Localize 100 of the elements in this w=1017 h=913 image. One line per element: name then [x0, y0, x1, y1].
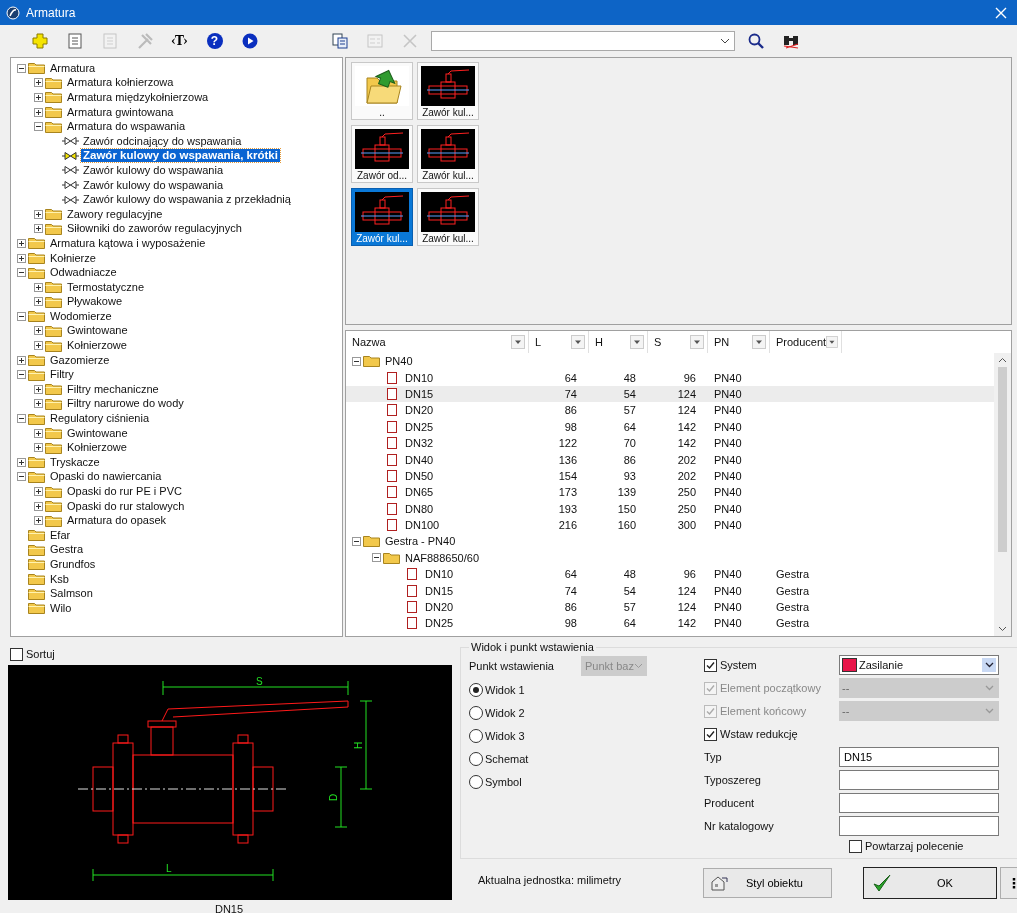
tree-item[interactable]: Zawór kulowy do wspawania z przekładnią — [81, 193, 293, 207]
expander-icon[interactable] — [34, 78, 43, 88]
table-row[interactable]: DN20 86 57 124 PN40 Gestra — [346, 598, 994, 616]
more-button[interactable]: ⋮ — [1000, 867, 1017, 899]
tree-item[interactable]: Ksb — [48, 572, 71, 586]
table-row[interactable]: DN32 122 70 142 PN40 — [346, 434, 994, 452]
expander-icon[interactable] — [34, 297, 43, 307]
dropdown[interactable]: Zasilanie — [839, 655, 999, 675]
expander-icon[interactable] — [352, 537, 361, 546]
tree-item[interactable]: Salmson — [48, 587, 95, 601]
tree-item[interactable]: Armatura międzykołnierzowa — [65, 91, 211, 104]
expander-icon[interactable] — [34, 501, 43, 511]
table-row[interactable]: DN25 98 64 142 PN40 — [346, 418, 994, 435]
tree-item[interactable]: Zawory regulacyjne — [65, 207, 165, 221]
expander-icon[interactable] — [34, 282, 43, 292]
tree-item[interactable]: Gwintowane — [65, 324, 130, 338]
radio-button[interactable] — [469, 729, 483, 743]
object-style-button[interactable]: Styl obiektu — [703, 868, 832, 898]
expander-icon[interactable] — [17, 268, 26, 278]
expander-icon[interactable] — [372, 553, 381, 563]
expander-icon[interactable] — [34, 399, 43, 409]
expander-icon[interactable] — [34, 516, 43, 526]
expander-icon[interactable] — [34, 93, 43, 102]
help-button[interactable]: ? — [197, 29, 232, 53]
thumbnail-tile[interactable]: .. — [351, 62, 413, 120]
column-filter-button[interactable] — [630, 335, 644, 349]
tree-item[interactable]: Tryskacze — [48, 455, 102, 469]
tree-item[interactable]: Zawór kulowy do wspawania, krótki — [81, 149, 280, 163]
column-filter-button[interactable] — [511, 335, 525, 349]
tree-item[interactable]: Zawór kulowy do wspawania — [81, 163, 225, 177]
tree-item[interactable]: Filtry — [48, 368, 76, 382]
tree-item[interactable]: Odwadniacze — [48, 266, 119, 280]
table-row[interactable]: DN65 173 139 250 PN40 — [346, 484, 994, 501]
tree-item[interactable]: Termostatyczne — [65, 280, 147, 294]
expander-icon[interactable] — [17, 311, 26, 321]
tree-item[interactable]: Zawór kulowy do wspawania — [81, 178, 225, 192]
table-row[interactable]: DN15 74 54 124 PN40 Gestra — [346, 582, 994, 599]
tree-item[interactable]: Efar — [48, 528, 73, 542]
expander-icon[interactable] — [352, 356, 361, 366]
table-row[interactable]: DN10 64 48 96 PN40 — [346, 369, 994, 386]
tree-item[interactable]: Opaski do nawiercania — [48, 470, 164, 484]
tree-item[interactable]: Wilo — [48, 601, 74, 615]
table-row[interactable]: DN15 74 54 124 PN40 — [346, 385, 994, 403]
expander-icon[interactable] — [17, 370, 26, 380]
tree-item[interactable]: Armatura gwintowana — [65, 105, 176, 119]
expander-icon[interactable] — [34, 443, 43, 453]
table-row[interactable]: DN100 216 160 300 PN40 — [346, 516, 994, 534]
expander-icon[interactable] — [34, 122, 43, 132]
radio-button[interactable] — [469, 706, 483, 720]
tree-item[interactable]: Kołnierzowe — [65, 339, 129, 353]
scrollbar[interactable] — [994, 353, 1011, 636]
thumbnail-tile[interactable]: Zawór od... — [351, 125, 413, 183]
expander-icon[interactable] — [17, 457, 26, 467]
expander-icon[interactable] — [34, 107, 43, 117]
tree-item[interactable]: Grundfos — [48, 558, 98, 571]
tree-item[interactable]: Armatura kątowa i wyposażenie — [48, 236, 208, 250]
close-icon[interactable] — [995, 6, 1007, 19]
column-filter-button[interactable] — [690, 335, 704, 349]
table-row[interactable]: DN25 98 64 142 PN40 Gestra — [346, 615, 994, 632]
tree-item[interactable]: Siłowniki do zaworów regulacyjnych — [65, 222, 244, 236]
checkbox[interactable] — [10, 647, 23, 661]
table-row[interactable]: DN20 86 57 124 PN40 — [346, 402, 994, 419]
table-row[interactable]: DN80 193 150 250 PN40 — [346, 500, 994, 517]
input-field[interactable] — [839, 816, 999, 836]
tree-item[interactable]: Gestra — [48, 543, 85, 557]
table-row[interactable]: DN10 64 48 96 PN40 Gestra — [346, 566, 994, 583]
tree-item[interactable]: Gazomierze — [48, 353, 112, 367]
expander-icon[interactable] — [34, 487, 43, 496]
tree-item[interactable]: Regulatory ciśnienia — [48, 412, 152, 426]
input-field[interactable] — [839, 770, 999, 790]
checkbox[interactable] — [849, 839, 862, 853]
table-row[interactable]: Gestra - PN40 — [346, 533, 994, 550]
tree-item[interactable]: Filtry mechaniczne — [65, 382, 161, 396]
tree-item[interactable]: Wodomierze — [48, 309, 114, 323]
expander-icon[interactable] — [17, 238, 26, 248]
column-filter-button[interactable] — [826, 335, 838, 349]
table-row[interactable]: PN40 — [346, 353, 994, 370]
table-row[interactable]: DN40 136 86 202 PN40 — [346, 451, 994, 468]
arrow-up-icon[interactable] — [998, 357, 1007, 363]
table-row[interactable]: NAF888650/60 — [346, 549, 994, 567]
tree-item[interactable]: Filtry narurowe do wody — [65, 397, 186, 411]
expander-icon[interactable] — [34, 326, 43, 336]
expander-icon[interactable] — [34, 384, 43, 394]
radio-button[interactable] — [469, 752, 483, 766]
expander-icon[interactable] — [17, 63, 26, 73]
thumbnail-tile[interactable]: Zawór kul... — [417, 62, 479, 120]
tree-item[interactable]: Opaski do rur stalowych — [65, 499, 187, 513]
expander-icon[interactable] — [34, 428, 43, 438]
tree-item[interactable]: Armatura kołnierzowa — [65, 76, 176, 90]
tree-item[interactable]: Armatura do wspawania — [65, 120, 187, 134]
expander-icon[interactable] — [34, 341, 43, 351]
checkbox[interactable] — [704, 658, 717, 672]
expander-icon[interactable] — [17, 355, 26, 365]
arrow-down-icon[interactable] — [998, 626, 1007, 632]
tree-item[interactable]: Zawór odcinający do wspawania — [81, 134, 244, 148]
input-field[interactable]: DN15 — [839, 747, 999, 767]
tree-item[interactable]: Gwintowane — [65, 426, 130, 440]
expander-icon[interactable] — [34, 224, 43, 234]
ok-button[interactable]: OK — [863, 867, 997, 899]
tree-item[interactable]: Kołnierzowe — [65, 441, 129, 455]
